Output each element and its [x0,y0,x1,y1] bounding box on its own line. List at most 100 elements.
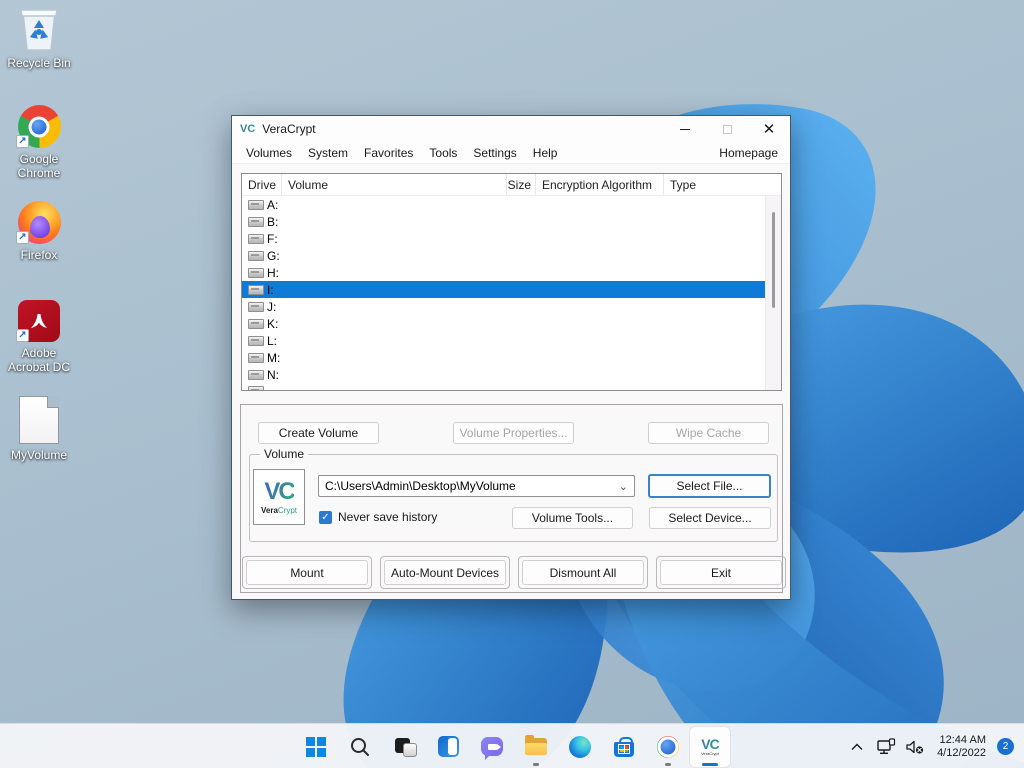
veracrypt-logo-box: VC VeraCrypt [253,469,305,525]
menu-bar: Volumes System Favorites Tools Settings … [232,142,790,164]
drive-row-l[interactable]: L: [242,332,765,349]
column-header-volume[interactable]: Volume [282,174,507,195]
menu-settings[interactable]: Settings [465,144,524,162]
drive-row-partial[interactable] [242,383,765,391]
checkbox-checked-icon[interactable]: ✓ [319,511,332,524]
tray-date: 4/12/2022 [937,747,986,760]
menu-system[interactable]: System [300,144,356,162]
auto-mount-devices-button[interactable]: Auto-Mount Devices [384,560,506,585]
store-button[interactable] [602,727,646,767]
scrollbar-thumb[interactable] [772,212,775,308]
file-explorer-button[interactable] [514,727,558,767]
network-status-button[interactable] [875,736,897,758]
drive-row-i-selected[interactable]: I: [242,281,765,298]
maximize-icon [723,125,732,134]
drive-row-g[interactable]: G: [242,247,765,264]
notification-badge[interactable]: 2 [997,738,1014,755]
drive-row-b[interactable]: B: [242,213,765,230]
chat-button[interactable] [470,727,514,767]
ethernet-icon [876,738,896,756]
drive-icon [248,234,264,244]
never-save-history-label: Never save history [338,510,437,524]
drive-row-n[interactable]: N: [242,366,765,383]
drive-icon [248,319,264,329]
task-view-button[interactable] [382,727,426,767]
drive-icon [248,217,264,227]
desktop-icon-recycle-bin[interactable]: Recycle Bin [0,6,78,70]
desktop-icon-google-chrome[interactable]: ↗ Google Chrome [0,102,78,180]
edge-button[interactable] [558,727,602,767]
menu-help[interactable]: Help [525,144,566,162]
running-indicator [665,763,671,766]
running-indicator [533,763,539,766]
system-tray: 12:44 AM 4/12/2022 2 [846,724,1024,769]
select-device-button[interactable]: Select Device... [649,507,771,529]
drive-list-header: Drive Volume Size Encryption Algorithm T… [242,174,781,196]
logo-text-crypt: Crypt [278,506,297,515]
drive-icon [248,386,264,391]
veracrypt-taskbar-button[interactable]: VC VeraCrypt [690,727,730,767]
file-explorer-icon [525,738,547,755]
widgets-icon [438,736,459,757]
chrome-icon [657,736,679,758]
close-button[interactable]: ✕ [748,116,790,142]
drive-icon [248,285,264,295]
tray-time: 12:44 AM [937,734,986,747]
column-header-size[interactable]: Size [507,174,536,195]
desktop-icon-myvolume[interactable]: MyVolume [0,394,78,462]
column-header-type[interactable]: Type [664,174,781,195]
desktop-icon-label: Firefox [0,248,78,262]
select-file-button[interactable]: Select File... [648,474,771,498]
desktop-icon-label: Google Chrome [0,152,78,180]
widgets-button[interactable] [426,727,470,767]
drive-row-m[interactable]: M: [242,349,765,366]
task-view-icon [384,727,424,767]
search-button[interactable] [338,727,382,767]
menu-homepage[interactable]: Homepage [717,144,780,162]
menu-favorites[interactable]: Favorites [356,144,421,162]
clock[interactable]: 12:44 AM 4/12/2022 [937,734,986,760]
column-header-drive[interactable]: Drive [242,174,282,195]
controls-panel: Create Volume Volume Properties... Wipe … [240,404,783,593]
shortcut-arrow-icon: ↗ [16,135,29,148]
menu-volumes[interactable]: Volumes [238,144,300,162]
exit-button[interactable]: Exit [660,560,782,585]
menu-tools[interactable]: Tools [421,144,465,162]
volume-path-combobox[interactable]: C:\Users\Admin\Desktop\MyVolume ⌄ [318,475,635,497]
never-save-history-option[interactable]: ✓ Never save history [319,510,437,524]
dismount-all-button[interactable]: Dismount All [522,560,644,585]
volume-tools-button[interactable]: Volume Tools... [512,507,633,529]
drive-icon [248,200,264,210]
drive-row-a[interactable]: A: [242,196,765,213]
drive-icon [248,302,264,312]
title-bar[interactable]: VC VeraCrypt ✕ [232,116,790,142]
minimize-icon [680,129,690,130]
veracrypt-app-icon: VC [240,123,255,135]
volume-status-button[interactable] [904,736,926,758]
create-volume-button[interactable]: Create Volume [258,422,379,444]
tray-overflow-button[interactable] [846,736,868,758]
drive-list-scrollbar[interactable] [765,196,781,390]
taskbar: VC VeraCrypt [0,723,1024,768]
mount-button[interactable]: Mount [246,560,368,585]
veracrypt-window: VC VeraCrypt ✕ Volumes System Favorites … [231,115,791,600]
chrome-taskbar-button[interactable] [646,727,690,767]
desktop-icon-firefox[interactable]: ↗ Firefox [0,198,78,262]
close-icon: ✕ [763,122,776,137]
chevron-down-icon[interactable]: ⌄ [619,480,628,493]
column-header-encryption[interactable]: Encryption Algorithm [536,174,664,195]
drive-row-k[interactable]: K: [242,315,765,332]
desktop-icon-adobe-acrobat[interactable]: ↗ Adobe Acrobat DC [0,296,78,374]
drive-row-j[interactable]: J: [242,298,765,315]
mount-button-frame: Mount [242,556,372,589]
edge-icon [569,736,591,758]
windows-start-icon [306,737,326,757]
speaker-muted-icon [905,738,925,756]
minimize-button[interactable] [664,116,706,142]
start-button[interactable] [294,727,338,767]
drive-row-h[interactable]: H: [242,264,765,281]
microsoft-store-icon [614,742,634,757]
volume-properties-button: Volume Properties... [453,422,574,444]
drive-icon [248,268,264,278]
drive-row-f[interactable]: F: [242,230,765,247]
